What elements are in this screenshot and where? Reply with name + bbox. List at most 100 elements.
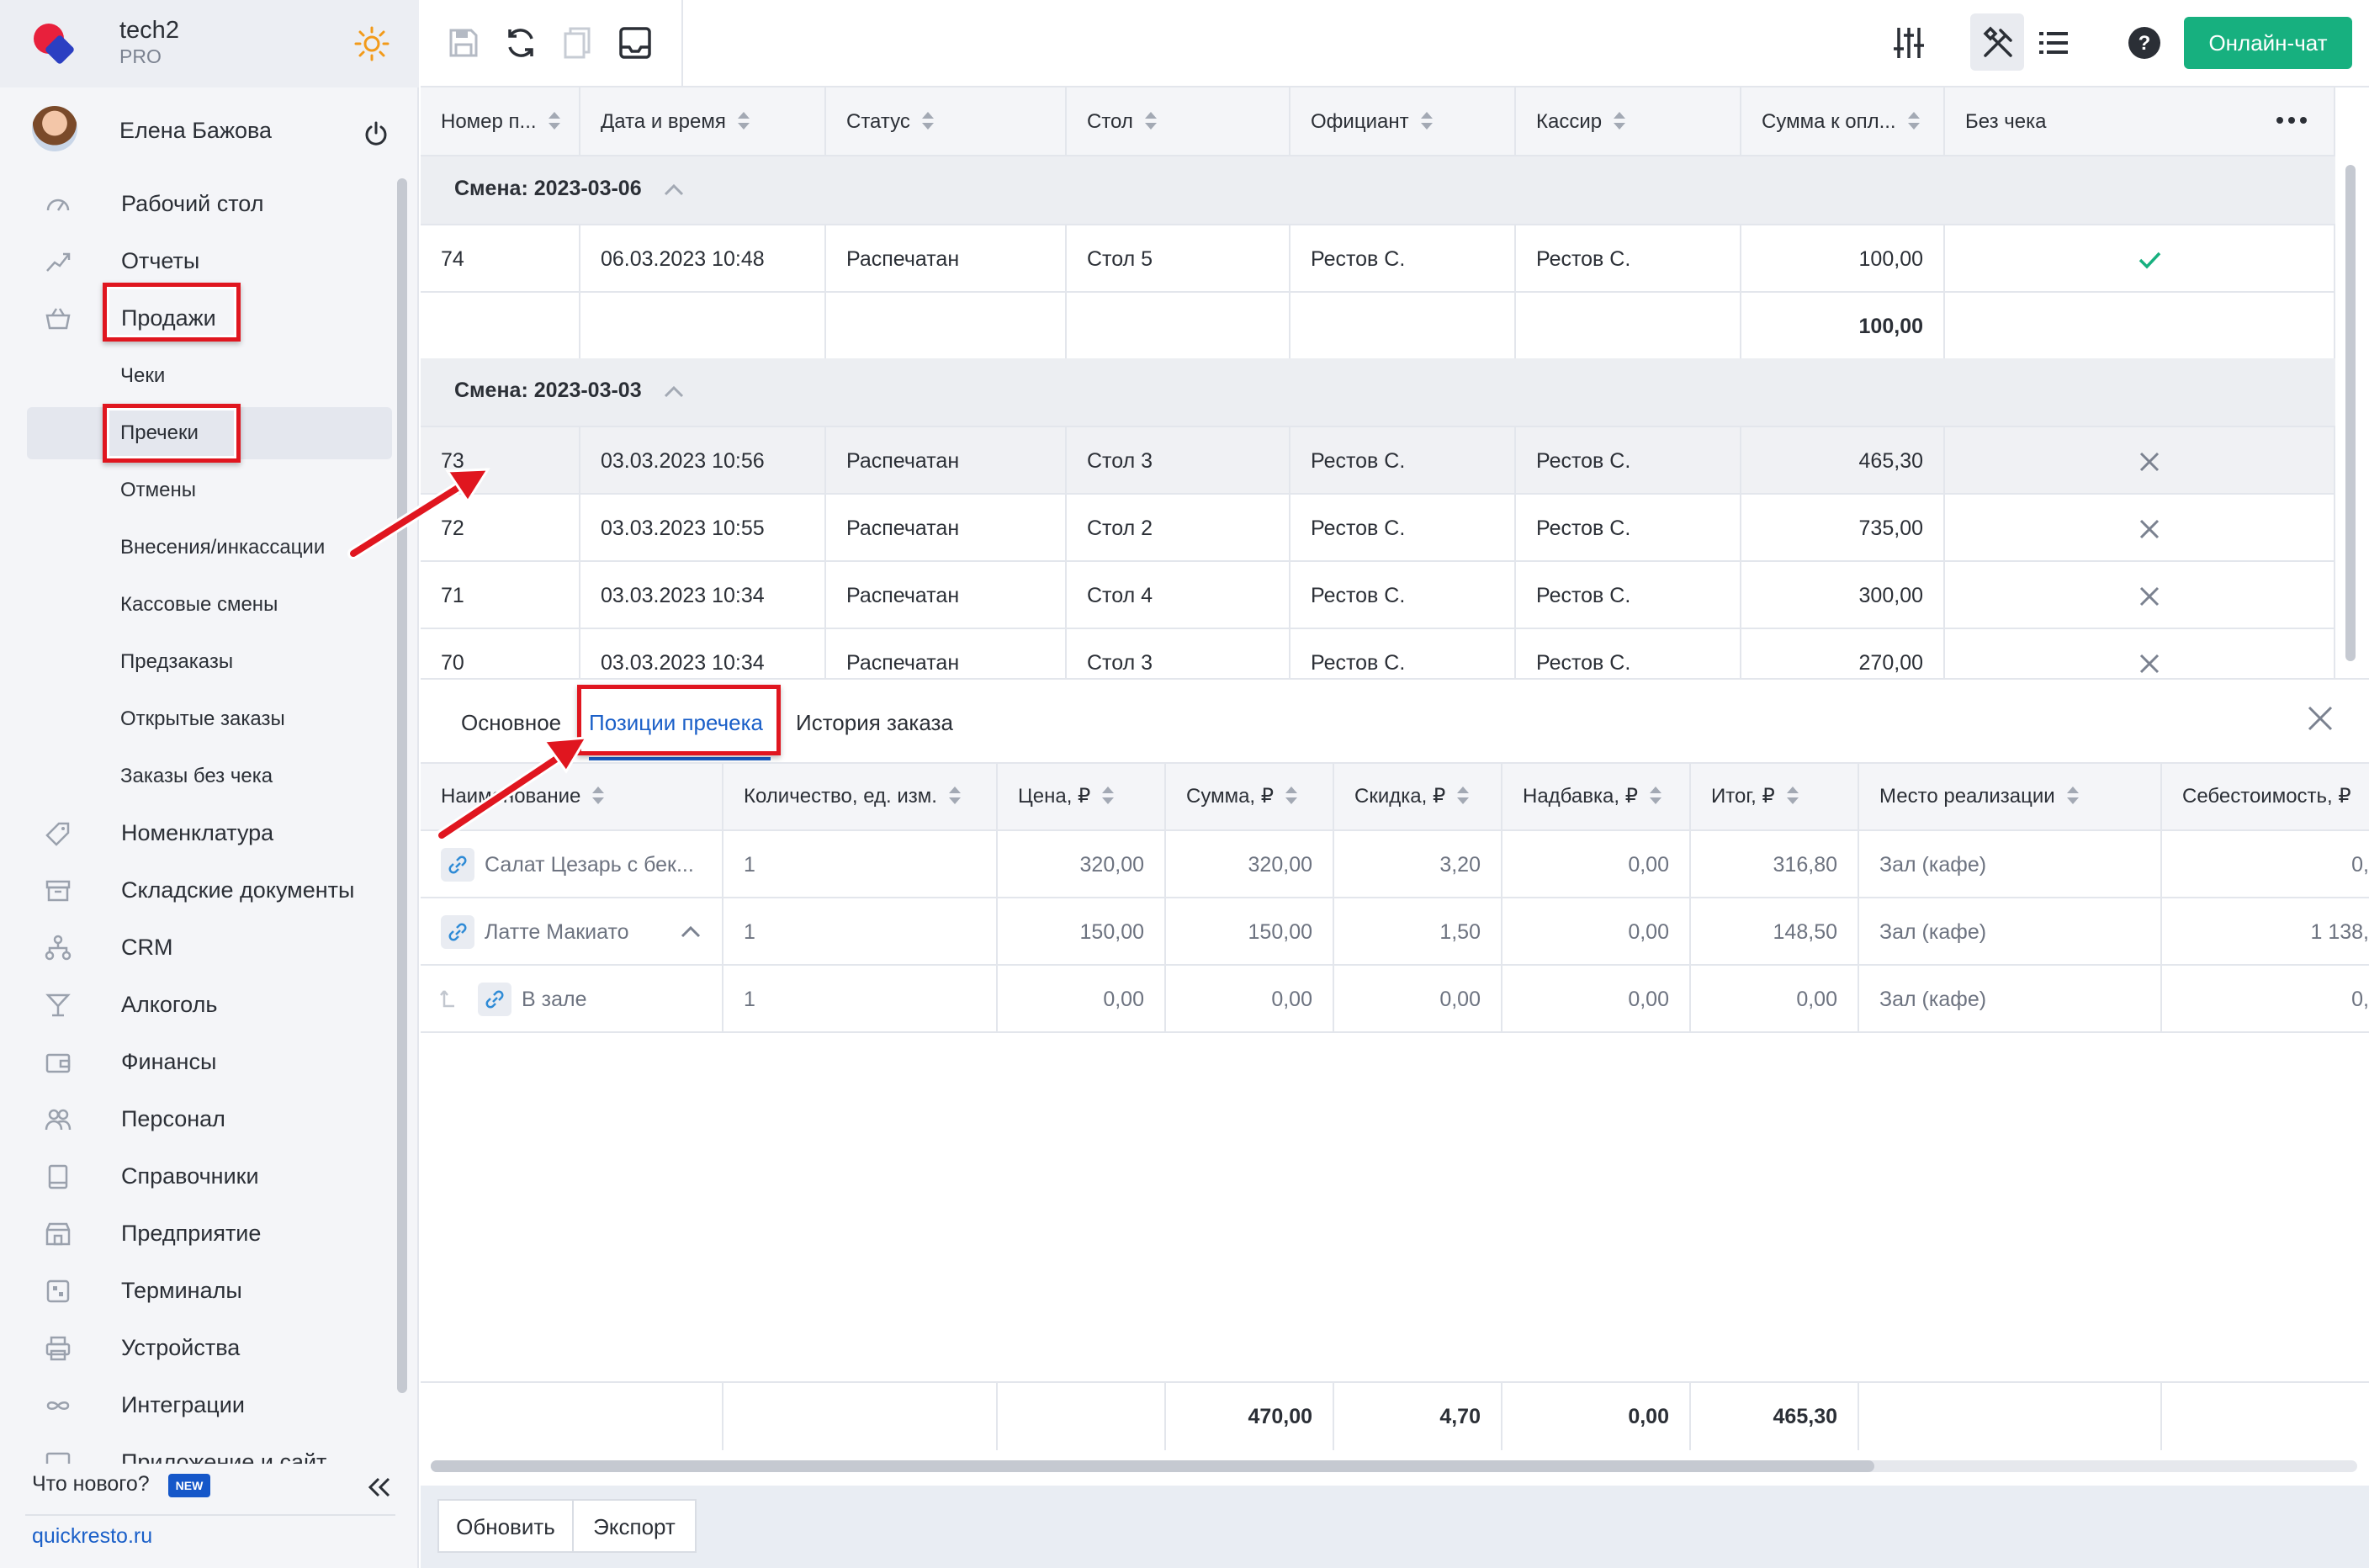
sort-icon[interactable] — [737, 111, 750, 130]
sort-icon[interactable] — [548, 111, 560, 130]
col-cashier[interactable]: Кассир — [1516, 87, 1741, 156]
close-icon[interactable] — [2305, 703, 2335, 734]
more-icon[interactable] — [2275, 114, 2308, 126]
sync-icon[interactable] — [501, 24, 540, 62]
sort-icon[interactable] — [1144, 111, 1157, 130]
cell-waiter: Рестов С. — [1290, 562, 1516, 629]
nav-app[interactable]: Приложение и сайт — [0, 1433, 419, 1464]
collapse-sidebar-icon[interactable] — [363, 1474, 394, 1501]
inbox-icon[interactable] — [616, 24, 655, 62]
item-row[interactable]: В зале 1 0,00 0,00 0,00 0,00 0,00 Зал (к… — [421, 966, 2369, 1033]
table-row[interactable]: 72 03.03.2023 10:55 Распечатан Стол 2 Ре… — [421, 495, 2335, 562]
col-item-sum[interactable]: Сумма, ₽ — [1166, 764, 1334, 829]
sliders-icon[interactable] — [1889, 24, 1928, 62]
power-icon[interactable] — [362, 119, 390, 148]
list-icon[interactable] — [2034, 24, 2073, 62]
nav-sub-checks[interactable]: Чеки — [27, 350, 392, 402]
copy-icon[interactable] — [559, 24, 597, 62]
sort-icon[interactable] — [948, 786, 961, 805]
group-header[interactable]: Смена: 2023-03-06 — [421, 156, 2335, 225]
col-sum[interactable]: Сумма к опл... — [1741, 87, 1945, 156]
sort-icon[interactable] — [1614, 111, 1626, 130]
help-icon[interactable]: ? — [2125, 24, 2164, 62]
nav-sub-shifts[interactable]: Кассовые смены — [27, 579, 392, 631]
sidebar: tech2 PRO Елена Бажова Рабочий стол Отче… — [0, 0, 419, 1568]
chevron-up-icon[interactable] — [663, 182, 685, 197]
nav-reports-label: Отчеты — [121, 248, 200, 273]
sort-icon[interactable] — [1907, 111, 1920, 130]
table-row[interactable]: 71 03.03.2023 10:34 Распечатан Стол 4 Ре… — [421, 562, 2335, 629]
nav-alcohol[interactable]: Алкоголь — [0, 976, 419, 1033]
col-price[interactable]: Цена, ₽ — [998, 764, 1166, 829]
export-button[interactable]: Экспорт — [572, 1499, 697, 1553]
table-row[interactable]: 73 03.03.2023 10:56 Распечатан Стол 3 Ре… — [421, 427, 2335, 495]
nav-nomenclature[interactable]: Номенклатура — [0, 804, 419, 861]
nav-devices[interactable]: Устройства — [0, 1319, 419, 1376]
cell-markup: 0,00 — [1502, 898, 1691, 966]
sort-icon[interactable] — [1285, 786, 1298, 805]
col-datetime[interactable]: Дата и время — [580, 87, 826, 156]
sort-icon[interactable] — [1420, 111, 1433, 130]
sort-icon[interactable] — [1649, 786, 1661, 805]
sort-icon[interactable] — [1786, 786, 1799, 805]
group-label: Смена: 2023-03-06 — [454, 177, 642, 200]
cell-sum: 465,30 — [1741, 427, 1945, 495]
horizontal-scroll-thumb[interactable] — [431, 1460, 1874, 1472]
cell-discount: 0,00 — [1334, 966, 1502, 1033]
site-link[interactable]: quickresto.ru — [32, 1524, 152, 1549]
col-discount[interactable]: Скидка, ₽ — [1334, 764, 1502, 829]
sidebar-scrollbar[interactable] — [397, 178, 407, 1393]
nav-warehouse[interactable]: Складские документы — [0, 861, 419, 919]
chevron-up-icon[interactable] — [680, 924, 702, 939]
tools-icon[interactable] — [1979, 24, 2017, 62]
save-icon[interactable] — [444, 24, 483, 62]
nav-enterprise[interactable]: Предприятие — [0, 1205, 419, 1262]
nav-app-label: Приложение и сайт — [121, 1449, 327, 1464]
table-row[interactable]: 70 03.03.2023 10:34 Распечатан Стол 3 Ре… — [421, 629, 2335, 678]
whats-new-link[interactable]: Что нового? — [32, 1472, 150, 1496]
nav-terminals[interactable]: Терминалы — [0, 1262, 419, 1319]
sort-icon[interactable] — [1457, 786, 1470, 805]
sort-icon[interactable] — [2066, 786, 2079, 805]
nav-sub-open-orders[interactable]: Открытые заказы — [27, 693, 392, 745]
nav-staff[interactable]: Персонал — [0, 1090, 419, 1147]
horizontal-scrollbar[interactable] — [431, 1460, 2357, 1472]
table-row[interactable]: 74 06.03.2023 10:48 Распечатан Стол 5 Ре… — [421, 225, 2335, 293]
sort-icon[interactable] — [1102, 786, 1115, 805]
col-status[interactable]: Статус — [826, 87, 1067, 156]
nav-sub-preorders[interactable]: Предзаказы — [27, 636, 392, 688]
col-place[interactable]: Место реализации — [1859, 764, 2162, 829]
nav-crm[interactable]: CRM — [0, 919, 419, 976]
hierarchy-icon — [45, 935, 72, 961]
online-chat-button[interactable]: Онлайн-чат — [2184, 17, 2352, 69]
col-table[interactable]: Стол — [1067, 87, 1290, 156]
item-row[interactable]: Салат Цезарь с бек... 1 320,00 320,00 3,… — [421, 831, 2369, 898]
cell-qty: 1 — [723, 898, 998, 966]
item-row[interactable]: Латте Макиато 1 150,00 150,00 1,50 0,00 … — [421, 898, 2369, 966]
tab-order-history[interactable]: История заказа — [796, 710, 953, 736]
cell-empty — [580, 293, 826, 360]
sun-icon[interactable] — [353, 25, 390, 62]
cross-icon — [2139, 654, 2160, 674]
cell-empty — [421, 293, 580, 360]
col-qty[interactable]: Количество, ед. изм. — [723, 764, 998, 829]
avatar[interactable] — [32, 106, 77, 151]
refresh-button[interactable]: Обновить — [437, 1499, 574, 1553]
nav-reports[interactable]: Отчеты — [0, 232, 419, 289]
cell-datetime: 03.03.2023 10:34 — [580, 562, 826, 629]
group-header[interactable]: Смена: 2023-03-03 — [421, 358, 2335, 427]
col-total[interactable]: Итог, ₽ — [1691, 764, 1859, 829]
col-cost[interactable]: Себестоимость, ₽ — [2162, 764, 2369, 829]
table-scrollbar[interactable] — [2345, 165, 2356, 661]
chevron-up-icon[interactable] — [663, 384, 685, 399]
col-markup[interactable]: Надбавка, ₽ — [1502, 764, 1691, 829]
col-number[interactable]: Номер п... — [421, 87, 580, 156]
nav-finance[interactable]: Финансы — [0, 1033, 419, 1090]
nav-desktop[interactable]: Рабочий стол — [0, 175, 419, 232]
cell-status: Распечатан — [826, 629, 1067, 678]
sort-icon[interactable] — [921, 111, 934, 130]
col-waiter[interactable]: Официант — [1290, 87, 1516, 156]
nav-references[interactable]: Справочники — [0, 1147, 419, 1205]
nav-sub-no-check[interactable]: Заказы без чека — [27, 750, 392, 803]
nav-integrations[interactable]: Интеграции — [0, 1376, 419, 1433]
